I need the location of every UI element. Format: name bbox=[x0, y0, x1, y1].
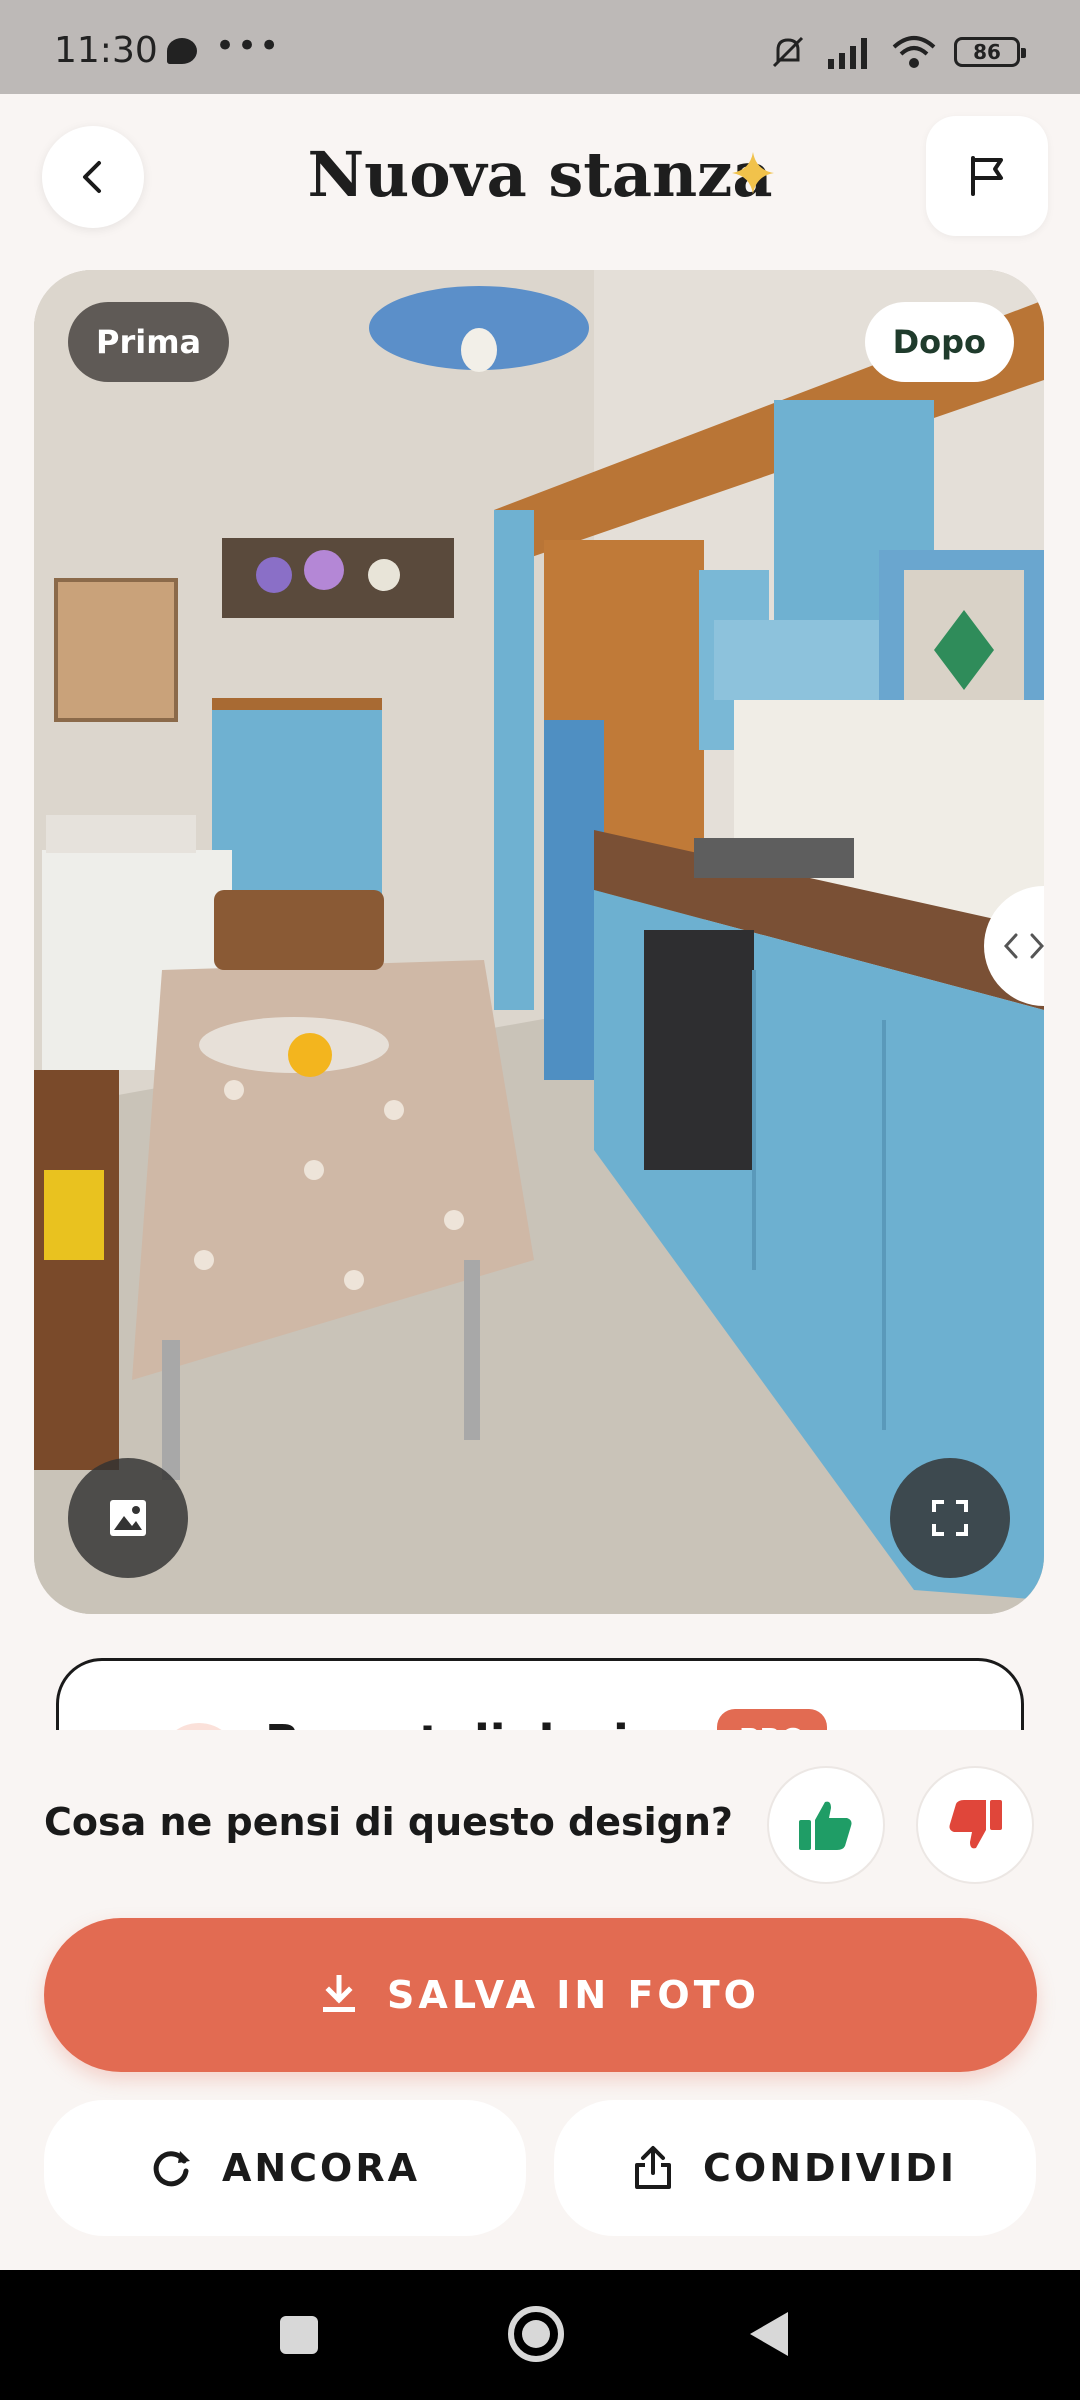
thumbs-up-icon bbox=[799, 1801, 852, 1850]
code-arrows-icon bbox=[1003, 933, 1044, 959]
recents-button[interactable] bbox=[280, 2316, 318, 2354]
battery-icon: 86 bbox=[954, 37, 1026, 67]
refresh-icon bbox=[153, 2151, 190, 2187]
thumbs-down-icon bbox=[949, 1800, 1002, 1849]
fullscreen-button[interactable] bbox=[890, 1458, 1010, 1578]
battery-level: 86 bbox=[973, 40, 1001, 64]
thumbs-down-button[interactable] bbox=[916, 1766, 1034, 1884]
gallery-button[interactable] bbox=[68, 1458, 188, 1578]
status-bar: 11:30 ••• 86 bbox=[0, 0, 1080, 94]
after-label[interactable]: Dopo bbox=[864, 302, 1014, 382]
flag-icon bbox=[971, 156, 1003, 196]
status-time: 11:30 bbox=[54, 30, 158, 71]
home-button[interactable] bbox=[508, 2306, 564, 2362]
mute-bell-icon bbox=[772, 36, 804, 68]
kitchen-photo bbox=[34, 270, 1044, 1614]
system-back-button[interactable] bbox=[750, 2312, 788, 2356]
more-notifications-icon: ••• bbox=[215, 26, 282, 66]
wifi-icon bbox=[892, 36, 936, 68]
again-button[interactable]: ANCORA bbox=[44, 2100, 526, 2236]
share-label: CONDIVIDI bbox=[703, 2146, 957, 2190]
share-icon bbox=[635, 2146, 672, 2189]
before-after-image[interactable]: Prima Dopo bbox=[34, 270, 1044, 1614]
save-label: SALVA IN FOTO bbox=[387, 1973, 760, 2017]
before-label[interactable]: Prima bbox=[68, 302, 230, 382]
download-icon bbox=[323, 1975, 356, 2012]
page-title: Nuova stanza bbox=[307, 138, 773, 211]
sparkle-icon bbox=[732, 152, 774, 194]
signal-icon bbox=[828, 38, 867, 69]
image-icon bbox=[110, 1500, 146, 1536]
again-label: ANCORA bbox=[221, 2146, 421, 2190]
feedback-question: Cosa ne pensi di questo design? bbox=[44, 1800, 733, 1844]
fullscreen-icon bbox=[932, 1500, 968, 1536]
save-to-photos-button[interactable]: SALVA IN FOTO bbox=[44, 1918, 1037, 2072]
report-flag-button[interactable] bbox=[926, 116, 1048, 236]
chat-notification-icon bbox=[167, 38, 197, 64]
share-button[interactable]: CONDIVIDI bbox=[554, 2100, 1036, 2236]
thumbs-up-button[interactable] bbox=[767, 1766, 885, 1884]
